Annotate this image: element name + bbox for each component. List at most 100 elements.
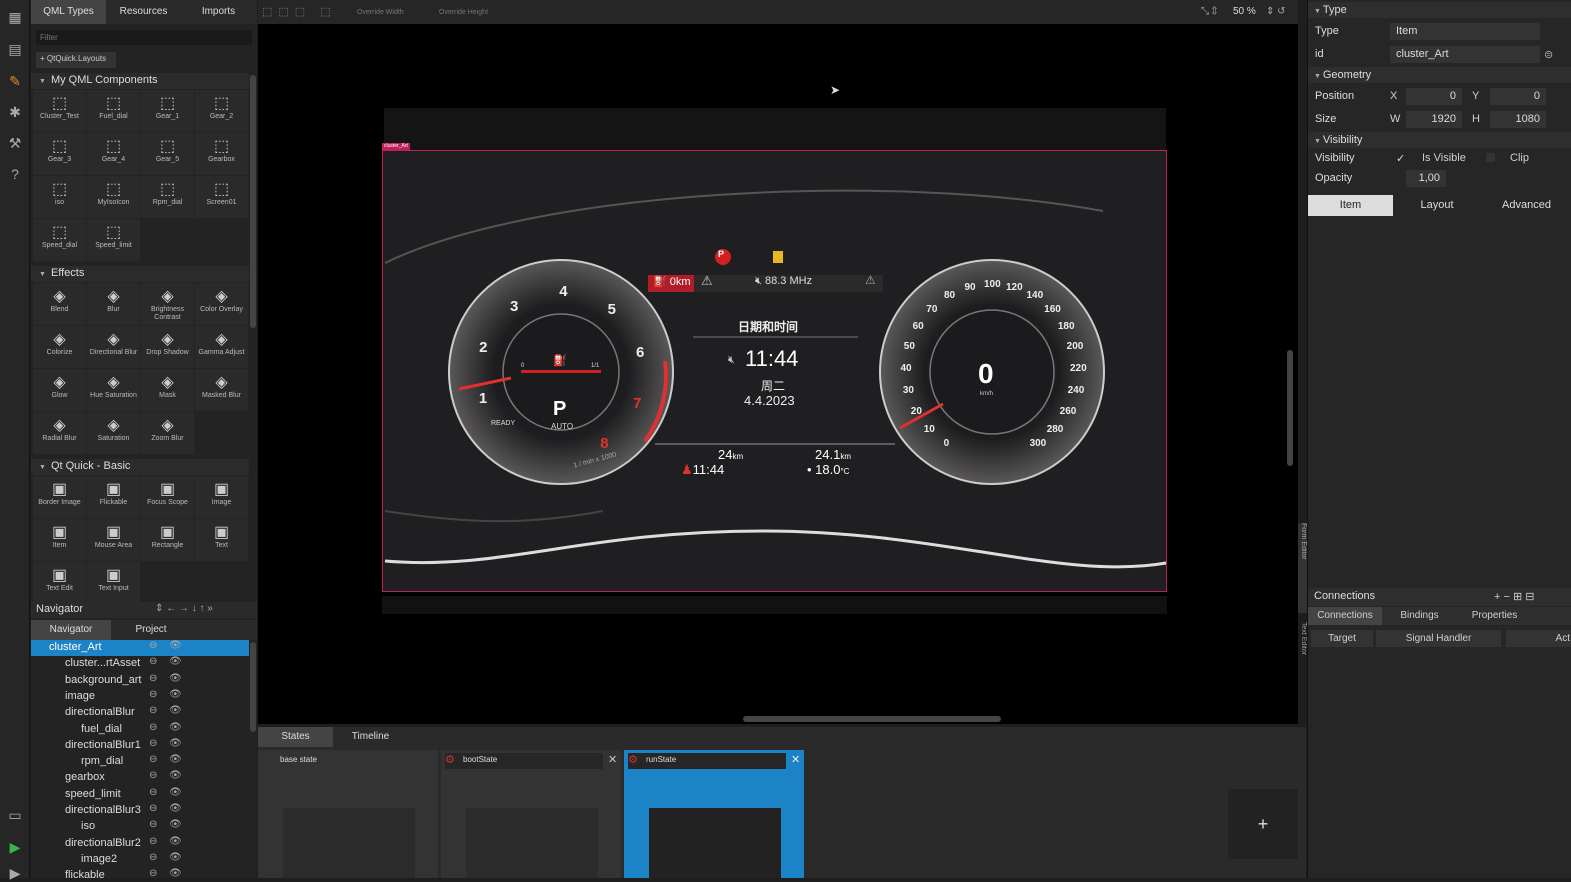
x-spinbox[interactable]: 0 <box>1406 88 1462 105</box>
alias-toggle-icon[interactable]: ⊖ <box>149 722 157 733</box>
tree-item[interactable]: cluster_Art ⊖ 👁︎ <box>31 640 249 656</box>
text-editor-side-tab[interactable]: Text Editor <box>1298 622 1307 672</box>
tab-timeline[interactable]: Timeline <box>333 727 408 747</box>
state-gear-icon[interactable]: ⚙ <box>628 753 638 766</box>
visibility-eye-icon[interactable]: 👁︎ <box>169 819 182 830</box>
add-state-button[interactable]: + <box>1228 789 1298 859</box>
tab-bindings[interactable]: Bindings <box>1382 607 1457 625</box>
state-name[interactable]: base state <box>262 753 420 769</box>
library-item[interactable]: ⬚ Gear_3 <box>33 133 86 175</box>
alias-toggle-icon[interactable]: ⊖ <box>149 640 157 651</box>
geometry-section-header[interactable]: ▼ Geometry <box>1308 67 1571 83</box>
library-item[interactable]: ◈ Masked Blur <box>195 369 248 411</box>
close-icon[interactable]: ✕ <box>608 753 617 766</box>
alias-toggle-icon[interactable]: ⊖ <box>149 852 157 863</box>
state-gear-icon[interactable]: ⚙ <box>445 753 455 766</box>
library-item[interactable]: ▣ Image <box>195 476 248 518</box>
y-spinbox[interactable]: 0 <box>1490 88 1546 105</box>
state-card-base[interactable]: base state <box>258 750 438 878</box>
override-height-field[interactable]: Override Height <box>439 9 488 16</box>
library-item[interactable]: ▣ Text Edit <box>33 562 86 604</box>
close-icon[interactable]: ✕ <box>791 753 800 766</box>
tree-item[interactable]: flickable ⊖ 👁︎ <box>31 868 249 878</box>
edit-icon[interactable]: ▤ <box>6 40 24 58</box>
design-pencil-icon[interactable]: ✎ <box>6 72 24 90</box>
visibility-eye-icon[interactable]: 👁︎ <box>169 852 182 863</box>
visibility-eye-icon[interactable]: 👁︎ <box>169 705 182 716</box>
tree-item[interactable]: rpm_dial ⊖ 👁︎ <box>31 754 249 770</box>
state-name[interactable]: bootState <box>445 753 603 769</box>
library-item[interactable]: ◈ Blend <box>33 283 86 325</box>
alias-toggle-icon[interactable]: ⊖ <box>149 868 157 878</box>
tab-resources[interactable]: Resources <box>106 0 181 24</box>
nav-arrows-icon[interactable]: ⇕ ← → ↓ ↑ » <box>155 603 213 614</box>
alias-toggle-icon[interactable]: ⊖ <box>149 803 157 814</box>
tree-item[interactable]: speed_limit ⊖ 👁︎ <box>31 787 249 803</box>
opacity-spinbox[interactable]: 1,00 <box>1406 170 1446 187</box>
add-connection-icon[interactable]: + − ⊞ ⊟ <box>1494 590 1534 603</box>
section-my-qml-components[interactable]: ▼ My QML Components <box>31 73 249 89</box>
visibility-eye-icon[interactable]: 👁︎ <box>169 868 182 878</box>
canvas-hscroll[interactable] <box>743 716 1001 722</box>
alias-toggle-icon[interactable]: ⊖ <box>149 819 157 830</box>
navigator-scrollbar[interactable] <box>250 642 256 732</box>
library-item[interactable]: ⬚ Gear_2 <box>195 90 248 132</box>
library-item[interactable]: ◈ Brightness Contrast <box>141 283 194 325</box>
library-item[interactable]: ◈ Color Overlay <box>195 283 248 325</box>
col-target[interactable]: Target <box>1311 630 1373 647</box>
tab-states[interactable]: States <box>258 727 333 747</box>
state-card-run[interactable]: runState ⚙ ✕ <box>624 750 804 878</box>
is-visible-checkbox[interactable]: ✓ <box>1396 152 1405 165</box>
library-item[interactable]: ⬚ Speed_dial <box>33 219 86 261</box>
tree-item[interactable]: directionalBlur ⊖ 👁︎ <box>31 705 249 721</box>
tab-connections[interactable]: Connections <box>1308 607 1382 625</box>
width-spinbox[interactable]: 1920 <box>1406 111 1462 128</box>
visibility-eye-icon[interactable]: 👁︎ <box>169 722 182 733</box>
library-item[interactable]: ▣ Text <box>195 519 248 561</box>
col-action[interactable]: Act <box>1506 630 1571 647</box>
export-alias-icon[interactable]: ⊜ <box>1544 48 1553 61</box>
tree-item[interactable]: directionalBlur2 ⊖ 👁︎ <box>31 836 249 852</box>
library-item[interactable]: ◈ Gamma Adjust <box>195 326 248 368</box>
library-scrollbar[interactable] <box>250 75 256 328</box>
visibility-eye-icon[interactable]: 👁︎ <box>169 754 182 765</box>
alias-toggle-icon[interactable]: ⊖ <box>149 738 157 749</box>
tree-item[interactable]: cluster...rtAsset ⊖ 👁︎ <box>31 656 249 672</box>
cluster-art-item[interactable]: cluster_Art P ⛽ 0km ⚠ 🔇︎ 88.3 MHz ⚠ 日期和时… <box>382 143 1167 592</box>
alias-toggle-icon[interactable]: ⊖ <box>149 673 157 684</box>
library-item[interactable]: ▣ Flickable <box>87 476 140 518</box>
library-item[interactable]: ◈ Directional Blur <box>87 326 140 368</box>
tree-item[interactable]: iso ⊖ 👁︎ <box>31 819 249 835</box>
library-item[interactable]: ◈ Hue Saturation <box>87 369 140 411</box>
visibility-eye-icon[interactable]: 👁︎ <box>169 656 182 667</box>
visibility-eye-icon[interactable]: 👁︎ <box>169 689 182 700</box>
debug-run-icon[interactable]: ▶ <box>6 864 24 882</box>
state-card-boot[interactable]: bootState ⚙ ✕ <box>441 750 621 878</box>
tree-item[interactable]: background_art ⊖ 👁︎ <box>31 673 249 689</box>
library-item[interactable]: ⬚ MyIsoIcon <box>87 176 140 218</box>
form-editor-side-tab[interactable]: Form Editor <box>1298 523 1307 613</box>
tab-advanced[interactable]: Advanced <box>1481 195 1571 216</box>
id-field[interactable]: cluster_Art <box>1390 46 1540 63</box>
library-item[interactable]: ⬚ Fuel_dial <box>87 90 140 132</box>
section-qt-quick-basic[interactable]: ▼ Qt Quick - Basic <box>31 459 249 475</box>
zoom-select[interactable]: 50 % <box>1233 6 1256 17</box>
library-filter-input[interactable] <box>36 30 252 45</box>
library-item[interactable]: ⬚ Cluster_Test <box>33 90 86 132</box>
add-module-button[interactable]: + QtQuick.Layouts <box>36 52 116 68</box>
tree-item[interactable]: image2 ⊖ 👁︎ <box>31 852 249 868</box>
tab-imports[interactable]: Imports <box>181 0 256 24</box>
fit-icon[interactable]: ⤡ ⇕ <box>1201 6 1217 17</box>
projects-wrench-icon[interactable]: ⚒ <box>6 134 24 152</box>
library-item[interactable]: ▣ Item <box>33 519 86 561</box>
type-section-header[interactable]: ▼ Type <box>1308 2 1571 18</box>
library-item[interactable]: ▣ Mouse Area <box>87 519 140 561</box>
help-icon[interactable]: ? <box>6 165 24 183</box>
visibility-eye-icon[interactable]: 👁︎ <box>169 770 182 781</box>
tree-item[interactable]: fuel_dial ⊖ 👁︎ <box>31 722 249 738</box>
form-editor-canvas[interactable]: cluster_Art P ⛽ 0km ⚠ 🔇︎ 88.3 MHz ⚠ 日期和时… <box>258 24 1298 724</box>
visibility-eye-icon[interactable]: 👁︎ <box>169 836 182 847</box>
library-item[interactable]: ◈ Saturation <box>87 412 140 454</box>
library-item[interactable]: ◈ Zoom Blur <box>141 412 194 454</box>
library-item[interactable]: ▣ Focus Scope <box>141 476 194 518</box>
